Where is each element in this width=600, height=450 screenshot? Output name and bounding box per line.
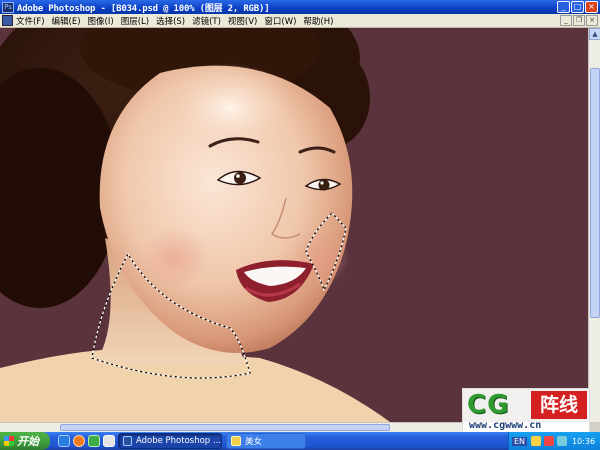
- window-controls: _ □ ×: [557, 1, 598, 13]
- horizontal-scroll-thumb[interactable]: [60, 424, 390, 431]
- menu-file[interactable]: 文件(F): [16, 15, 45, 27]
- menu-window[interactable]: 窗口(W): [264, 15, 296, 27]
- portrait-artwork: [0, 28, 390, 422]
- photoshop-task-icon: [123, 436, 132, 446]
- folder-icon: [231, 436, 241, 446]
- show-desktop-icon[interactable]: [88, 435, 100, 447]
- windows-logo-icon: [4, 436, 14, 446]
- close-button[interactable]: ×: [585, 1, 598, 13]
- taskbar: 开始 Adobe Photoshop ... 美女 EN 10:36: [0, 432, 600, 450]
- menu-layer[interactable]: 图层(L): [121, 15, 149, 27]
- minimize-button[interactable]: _: [557, 1, 570, 13]
- taskbar-task-folder[interactable]: 美女: [226, 433, 306, 449]
- language-indicator[interactable]: EN: [512, 436, 528, 446]
- quicklaunch-app-icon[interactable]: [103, 435, 115, 447]
- vertical-scrollbar[interactable]: ▲: [588, 28, 600, 422]
- photoshop-app-icon: Ps: [2, 1, 14, 13]
- window-title: Adobe Photoshop - [B034.psd @ 100% (图层 2…: [17, 3, 270, 14]
- antivirus-icon[interactable]: [544, 436, 555, 446]
- clock: 10:36: [572, 436, 596, 446]
- media-player-icon[interactable]: [73, 435, 85, 447]
- internet-explorer-icon[interactable]: [58, 435, 70, 447]
- system-tray: EN 10:36: [508, 432, 600, 450]
- maximize-button[interactable]: □: [571, 1, 584, 13]
- menu-select[interactable]: 选择(S): [156, 15, 185, 27]
- network-icon[interactable]: [557, 436, 568, 446]
- doc-close-button[interactable]: ×: [586, 15, 598, 26]
- start-button[interactable]: 开始: [0, 432, 50, 450]
- window-titlebar: Ps Adobe Photoshop - [B034.psd @ 100% (图…: [0, 0, 600, 14]
- watermark-url: www.cgwww.cn: [469, 420, 542, 431]
- menu-filter[interactable]: 滤镜(T): [192, 15, 221, 27]
- task-label-photoshop: Adobe Photoshop ...: [135, 436, 221, 446]
- scroll-up-arrow-icon[interactable]: ▲: [589, 28, 600, 40]
- task-label-folder: 美女: [245, 437, 263, 447]
- taskbar-task-photoshop[interactable]: Adobe Photoshop ...: [118, 433, 222, 449]
- menu-bar: 文件(F) 编辑(E) 图像(I) 图层(L) 选择(S) 滤镜(T) 视图(V…: [0, 14, 600, 28]
- cgwww-watermark: CG 阵线 www.cgwww.cn: [462, 388, 590, 433]
- vertical-scroll-thumb[interactable]: [590, 68, 600, 318]
- document-controls: _ ❐ ×: [560, 15, 598, 26]
- document-canvas[interactable]: [0, 28, 588, 422]
- menu-image[interactable]: 图像(I): [88, 15, 114, 27]
- watermark-logo-cg: CG: [467, 390, 510, 420]
- volume-icon[interactable]: [531, 436, 542, 446]
- document-icon[interactable]: [2, 15, 13, 26]
- doc-minimize-button[interactable]: _: [560, 15, 572, 26]
- menu-help[interactable]: 帮助(H): [303, 15, 333, 27]
- start-label: 开始: [17, 435, 39, 448]
- menu-edit[interactable]: 编辑(E): [52, 15, 81, 27]
- watermark-logo-cn: 阵线: [531, 391, 587, 419]
- menu-view[interactable]: 视图(V): [228, 15, 257, 27]
- doc-restore-button[interactable]: ❐: [573, 15, 585, 26]
